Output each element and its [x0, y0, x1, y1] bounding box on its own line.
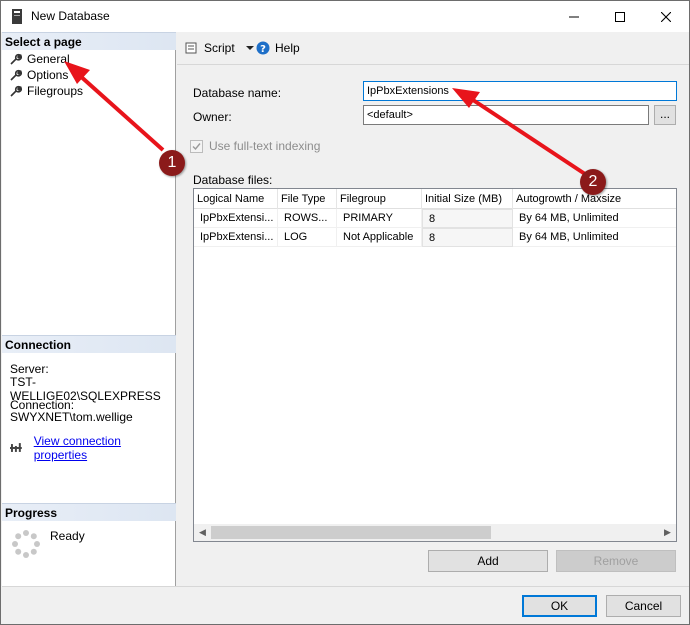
maximize-icon [615, 11, 625, 22]
owner-browse-button[interactable]: ... [654, 105, 676, 125]
owner-label: Owner: [193, 110, 232, 124]
cancel-button[interactable]: Cancel [606, 595, 681, 617]
page-item-label: General [27, 52, 70, 66]
table-cell[interactable]: By 64 MB, Unlimited [513, 209, 676, 228]
database-files-grid[interactable]: Logical Name File Type Filegroup Initial… [193, 188, 677, 542]
script-label: Script [204, 41, 235, 55]
script-icon [185, 42, 197, 54]
connection-value: SWYXNET\tom.wellige [10, 410, 133, 424]
grid-header: Logical Name File Type Filegroup Initial… [194, 189, 676, 209]
close-icon [661, 11, 671, 22]
page-item-label: Filegroups [27, 84, 84, 98]
toolbar: Script ? Help [177, 33, 689, 65]
table-cell[interactable]: IpPbxExtensi... [194, 228, 278, 247]
owner-input[interactable]: <default> [363, 105, 649, 125]
minimize-icon [569, 16, 579, 17]
table-row[interactable]: IpPbxExtensi... LOG Not Applicable 8 By … [194, 228, 676, 247]
maximize-button[interactable] [597, 1, 643, 32]
progress-spinner-icon [12, 530, 40, 558]
help-button[interactable]: ? Help [256, 41, 300, 55]
database-icon [12, 9, 22, 24]
help-label: Help [275, 41, 300, 55]
connection-properties-icon [10, 443, 22, 452]
wrench-icon [10, 69, 22, 81]
wrench-icon [10, 85, 22, 97]
server-label: Server: [10, 362, 49, 376]
column-header[interactable]: File Type [278, 189, 337, 209]
table-cell[interactable]: ROWS... [278, 209, 337, 228]
connection-header: Connection [2, 335, 176, 353]
title-bar: New Database [1, 1, 689, 32]
table-cell[interactable]: 8 [422, 228, 513, 247]
fulltext-indexing-option[interactable]: Use full-text indexing [190, 139, 320, 153]
table-cell[interactable]: Not Applicable [337, 228, 422, 247]
ok-button[interactable]: OK [522, 595, 597, 617]
progress-header: Progress [2, 503, 176, 521]
wrench-icon [10, 53, 22, 65]
scroll-right-icon[interactable]: ▶ [659, 524, 676, 541]
database-files-label: Database files: [193, 173, 273, 187]
chevron-down-icon[interactable] [245, 45, 255, 51]
column-header[interactable]: Initial Size (MB) [422, 189, 513, 209]
page-item-options[interactable]: Options [10, 67, 68, 83]
view-connection-properties-link[interactable]: View connection properties [34, 434, 175, 462]
scroll-left-icon[interactable]: ◀ [194, 524, 211, 541]
table-cell[interactable]: PRIMARY [337, 209, 422, 228]
checkmark-icon [192, 142, 201, 150]
fulltext-indexing-label: Use full-text indexing [209, 139, 321, 153]
scrollbar-thumb[interactable] [211, 526, 491, 539]
page-item-label: Options [27, 68, 69, 82]
database-name-label: Database name: [193, 86, 282, 100]
page-item-general[interactable]: General [10, 51, 70, 67]
annotation-badge-1: 1 [159, 150, 185, 176]
horizontal-scrollbar[interactable]: ◀ ▶ [194, 524, 676, 541]
window-title: New Database [31, 9, 110, 23]
page-item-filegroups[interactable]: Filegroups [10, 83, 83, 99]
annotation-badge-2: 2 [580, 169, 606, 195]
database-name-input[interactable]: IpPbxExtensions [363, 81, 677, 101]
select-page-header: Select a page [2, 32, 176, 50]
column-header[interactable]: Filegroup [337, 189, 422, 209]
close-button[interactable] [643, 1, 689, 32]
left-panel: Select a page General Options Filegroups… [2, 32, 176, 586]
table-cell[interactable]: 8 [422, 209, 513, 228]
remove-button[interactable]: Remove [556, 550, 676, 572]
table-cell[interactable]: By 64 MB, Unlimited [513, 228, 676, 247]
new-database-dialog: New Database Select a page General Optio… [0, 0, 690, 625]
table-cell[interactable]: IpPbxExtensi... [194, 209, 278, 228]
minimize-button[interactable] [551, 1, 597, 32]
progress-status: Ready [50, 529, 85, 543]
script-button[interactable]: Script [185, 41, 255, 55]
table-row[interactable]: IpPbxExtensi... ROWS... PRIMARY 8 By 64 … [194, 209, 676, 228]
add-button[interactable]: Add [428, 550, 548, 572]
column-header[interactable]: Logical Name [194, 189, 278, 209]
view-connection-properties[interactable]: View connection properties [10, 434, 175, 462]
help-icon: ? [256, 41, 270, 55]
table-cell[interactable]: LOG [278, 228, 337, 247]
fulltext-indexing-checkbox[interactable] [190, 139, 203, 153]
svg-text:?: ? [260, 44, 266, 55]
